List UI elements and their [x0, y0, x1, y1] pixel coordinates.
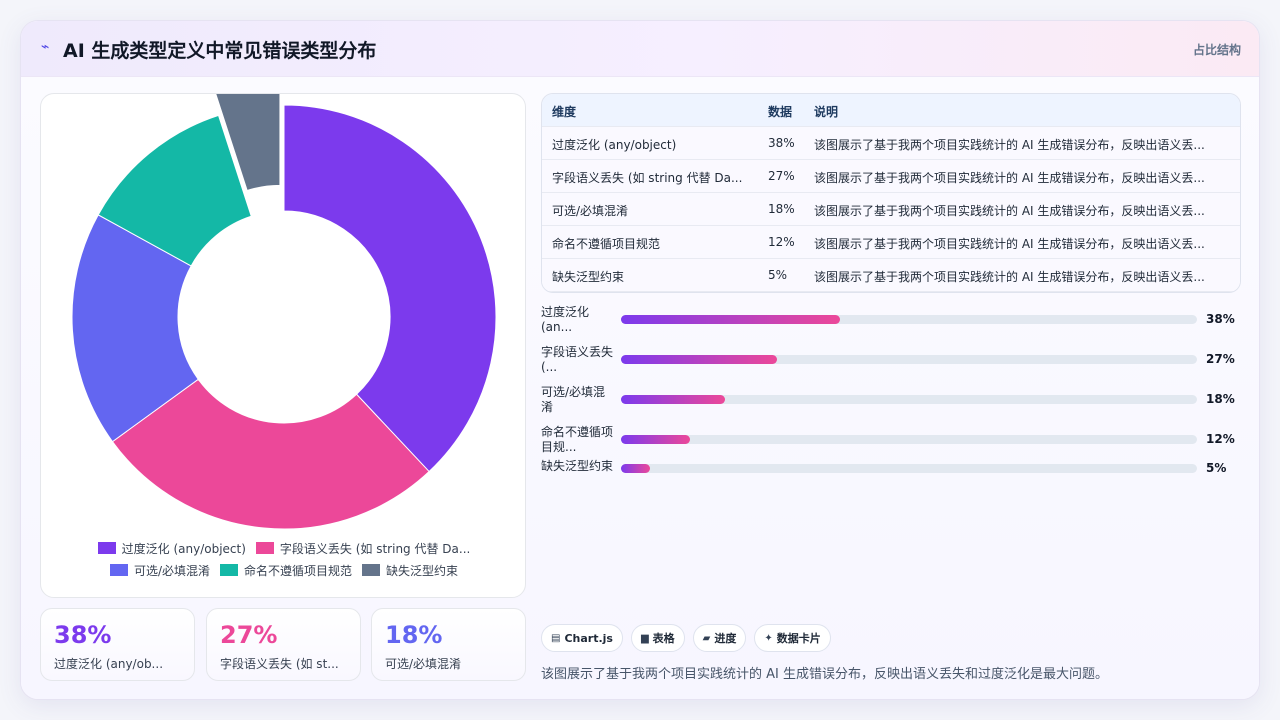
table-cell: 12%: [768, 235, 795, 249]
table-row[interactable]: 过度泛化 (any/object) 38% 该图展示了基于我两个项目实践统计的 AI…: [542, 127, 1240, 160]
progress-track: [621, 435, 1197, 444]
table-cell: 5%: [768, 268, 788, 282]
table-row[interactable]: 缺失泛型约束 5% 该图展示了基于我两个项目实践统计的 AI 生成错误分布，反映出语…: [542, 259, 1240, 292]
legend-row: 过度泛化 (any/object) 字段语义丢失 (如 string 代替 Da.…: [41, 537, 527, 559]
footnote: 该图展示了基于我两个项目实践统计的 AI 生成错误分布，反映出语义丢失和过度泛化…: [541, 667, 1108, 682]
progress-value: 5%: [1206, 461, 1227, 475]
table-row[interactable]: 命名不遵循项目规范 12% 该图展示了基于我两个项目实践统计的 AI 生成错误分布，…: [542, 226, 1240, 259]
stat-card: 27% 字段语义丢失 (如 st...: [206, 608, 361, 681]
table-cell: 38%: [768, 136, 795, 150]
table-header-cell: 维度: [552, 105, 577, 119]
legend-label: 字段语义丢失 (如 string 代替 Da...: [279, 541, 471, 556]
progress-value: 12%: [1206, 432, 1235, 446]
stat-label: 过度泛化 (any/ob...: [54, 657, 164, 671]
chip-label: Chart.js: [564, 631, 613, 645]
table-cell: 18%: [768, 202, 795, 216]
table-row[interactable]: 字段语义丢失 (如 string 代替 Da... 27% 该图展示了基于我两个项目…: [542, 160, 1240, 193]
progress-row: 缺失泛型约束 5%: [541, 459, 1241, 477]
chip-table[interactable]: ▆ 表格: [630, 624, 685, 652]
progress-row: 字段语义丢失 (... 27%: [541, 345, 1241, 377]
progress-row: 命名不遵循项目规... 12%: [541, 425, 1241, 457]
progress-fill: [621, 315, 840, 324]
progress-row: 可选/必填混淆 18%: [541, 385, 1241, 417]
legend-swatch: [220, 564, 238, 576]
stat-label: 字段语义丢失 (如 st...: [220, 657, 339, 671]
progress-fill: [621, 395, 725, 404]
progress-value: 38%: [1206, 312, 1235, 326]
chip-label: 进度: [714, 632, 737, 645]
progress-icon: ▰: [702, 632, 711, 644]
chart-icon: ▤: [551, 632, 561, 644]
table-row[interactable]: 可选/必填混淆 18% 该图展示了基于我两个项目实践统计的 AI 生成错误分布，反映…: [542, 193, 1240, 226]
tech-chips: ▤ Chart.js ▆ 表格 ▰ 进度 ✦ 数据卡片: [541, 624, 831, 652]
chip-label: 数据卡片: [776, 632, 821, 645]
table-cell: 字段语义丢失 (如 string 代替 Da...: [552, 171, 743, 185]
stat-card: 18% 可选/必填混淆: [371, 608, 526, 681]
legend-row: 可选/必填混淆 命名不遵循项目规范 缺失泛型约束: [41, 559, 527, 581]
donut-slice-1[interactable]: [283, 104, 497, 473]
legend-item[interactable]: 可选/必填混淆: [109, 562, 210, 579]
progress-track: [621, 464, 1197, 473]
chart-legend: 过度泛化 (any/object) 字段语义丢失 (如 string 代替 Da.…: [41, 537, 527, 581]
progress-label: 过度泛化 (an...: [541, 305, 590, 334]
table-cell: 该图展示了基于我两个项目实践统计的 AI 生成错误分布，反映出语义丢...: [814, 237, 1205, 251]
chip-chart[interactable]: ▤ Chart.js: [541, 624, 623, 652]
chart-panel: 过度泛化 (any/object) 字段语义丢失 (如 string 代替 Da.…: [40, 93, 526, 598]
progress-label: 缺失泛型约束: [541, 459, 614, 473]
legend-swatch: [109, 564, 128, 576]
chip-sparkle[interactable]: ✦ 数据卡片: [754, 624, 831, 652]
stat-card: 38% 过度泛化 (any/ob...: [40, 608, 195, 681]
table-header: 维度 数据 说明: [542, 94, 1240, 127]
progress-fill: [621, 435, 691, 444]
table-cell: 该图展示了基于我两个项目实践统计的 AI 生成错误分布，反映出语义丢...: [814, 171, 1205, 185]
stat-value: 18%: [385, 621, 443, 649]
table-icon: ▆: [640, 632, 649, 644]
page-title: AI 生成类型定义中常见错误类型分布: [63, 40, 377, 62]
sparkle-icon: ⌁: [41, 39, 50, 55]
legend-swatch: [97, 542, 116, 554]
progress-label: 字段语义丢失 (...: [541, 345, 614, 374]
progress-row: 过度泛化 (an... 38%: [541, 305, 1241, 337]
legend-item[interactable]: 字段语义丢失 (如 string 代替 Da...: [255, 540, 471, 557]
table-cell: 该图展示了基于我两个项目实践统计的 AI 生成错误分布，反映出语义丢...: [814, 204, 1205, 218]
data-table: 维度 数据 说明过度泛化 (any/object) 38% 该图展示了基于我两个项目实践…: [541, 93, 1241, 293]
table-cell: 该图展示了基于我两个项目实践统计的 AI 生成错误分布，反映出语义丢...: [814, 138, 1205, 152]
donut-chart: [71, 94, 497, 530]
legend-label: 命名不遵循项目规范: [244, 563, 353, 578]
legend-swatch: [362, 564, 381, 576]
table-cell: 命名不遵循项目规范: [552, 237, 661, 251]
structure-badge: 占比结构: [1192, 43, 1241, 57]
table-cell: 缺失泛型约束: [552, 270, 625, 284]
stat-value: 27%: [220, 621, 278, 649]
table-cell: 27%: [768, 169, 795, 183]
progress-value: 18%: [1206, 392, 1235, 406]
legend-item[interactable]: 过度泛化 (any/object): [97, 540, 246, 557]
progress-label: 命名不遵循项目规...: [541, 425, 614, 454]
legend-label: 可选/必填混淆: [133, 563, 210, 578]
progress-fill: [621, 355, 777, 364]
table-cell: 可选/必填混淆: [552, 204, 629, 218]
progress-fill: [621, 464, 650, 473]
legend-item[interactable]: 命名不遵循项目规范: [220, 562, 352, 579]
stat-label: 可选/必填混淆: [385, 657, 462, 671]
sparkle-icon: ✦: [764, 632, 773, 644]
chip-progress[interactable]: ▰ 进度: [692, 624, 747, 652]
stat-value: 38%: [54, 621, 112, 649]
legend-label: 过度泛化 (any/object): [121, 541, 246, 556]
header: ⌁ AI 生成类型定义中常见错误类型分布 占比结构: [21, 21, 1259, 77]
legend-swatch: [255, 542, 274, 554]
table-header-cell: 说明: [814, 105, 839, 119]
progress-track: [621, 355, 1197, 364]
table-header-cell: 数据: [768, 105, 793, 119]
progress-label: 可选/必填混淆: [541, 385, 606, 414]
table-cell: 该图展示了基于我两个项目实践统计的 AI 生成错误分布，反映出语义丢...: [814, 270, 1205, 284]
legend-item[interactable]: 缺失泛型约束: [362, 562, 458, 579]
progress-track: [621, 315, 1197, 324]
progress-track: [621, 395, 1197, 404]
legend-label: 缺失泛型约束: [386, 563, 459, 578]
progress-value: 27%: [1206, 352, 1235, 366]
main-card: ⌁ AI 生成类型定义中常见错误类型分布 占比结构 过度泛化 (any/obje…: [20, 20, 1260, 700]
chip-label: 表格: [652, 632, 675, 645]
table-cell: 过度泛化 (any/object): [552, 138, 677, 152]
